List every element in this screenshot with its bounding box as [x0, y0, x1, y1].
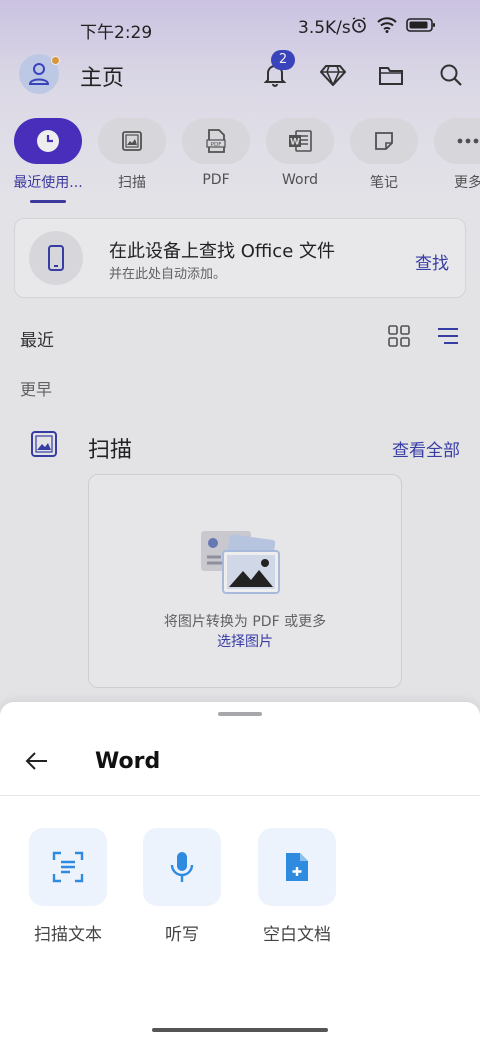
list-view-icon[interactable] [436, 324, 460, 348]
recent-heading: 最近 [20, 331, 54, 351]
status-time: 下午2:29 [80, 23, 153, 43]
blank-document-option[interactable]: 空白文档 [242, 828, 352, 945]
chip-label: 笔记 [370, 175, 398, 191]
chip-pdf-bg: PDF [182, 118, 250, 164]
scan-section-title: 扫描 [88, 438, 133, 463]
battery-icon [406, 18, 435, 32]
dictation-tile [143, 828, 221, 906]
option-label: 空白文档 [263, 925, 331, 945]
chip-label: Word [282, 172, 318, 188]
phone-icon [48, 245, 64, 271]
find-card-title: 在此设备上查找 Office 文件 [109, 241, 335, 262]
chip-recent-bg [14, 118, 82, 164]
option-label: 听写 [165, 925, 199, 945]
chip-more-bg [434, 118, 480, 164]
find-office-files-card[interactable]: 在此设备上查找 Office 文件 并在此处自动添加。 查找 [14, 218, 466, 298]
chip-label: 更多 [454, 175, 480, 191]
search-icon [440, 64, 462, 86]
system-home-indicator[interactable] [152, 1028, 328, 1032]
avatar[interactable] [19, 54, 60, 94]
option-label: 扫描文本 [34, 925, 102, 945]
avatar-status-dot [51, 56, 60, 65]
photos-illustration-icon [201, 531, 280, 594]
status-bar: 下午2:29 3.5K/s [0, 0, 480, 56]
chip-word[interactable]: W Word [263, 118, 337, 188]
word-icon: W [289, 130, 312, 152]
app-header: 主页 2 [0, 50, 480, 102]
chip-scan[interactable]: 扫描 [95, 118, 169, 192]
wifi-icon [377, 17, 397, 33]
chip-more[interactable]: 更多 [431, 118, 480, 192]
network-speed: 3.5K/s [298, 18, 351, 38]
search-button[interactable] [436, 60, 466, 90]
premium-diamond-icon [320, 65, 346, 86]
pdf-icon: PDF [206, 129, 226, 153]
blank-document-icon [286, 853, 308, 881]
sheet-drag-handle[interactable] [218, 712, 262, 716]
grid-view-icon[interactable] [387, 324, 411, 348]
folder-icon [379, 67, 403, 85]
chip-label: 扫描 [118, 175, 146, 191]
avatar-icon [28, 63, 50, 85]
page-title: 主页 [80, 66, 125, 91]
notification-badge: 2 [271, 50, 295, 70]
scan-text-tile [29, 828, 107, 906]
scan-section-image-icon [31, 431, 57, 457]
chip-notes-bg [350, 118, 418, 164]
sheet-title: Word [95, 749, 161, 774]
dictation-option[interactable]: 听写 [127, 828, 237, 945]
blank-document-tile [258, 828, 336, 906]
home-screen: 下午2:29 3.5K/s 主页 2 最近使用... 扫描 PDF PDF W … [0, 0, 480, 1040]
svg-text:W: W [290, 138, 300, 148]
more-icon [457, 138, 479, 144]
chip-pdf[interactable]: PDF PDF [179, 118, 253, 188]
back-button[interactable] [20, 744, 54, 778]
svg-text:PDF: PDF [211, 142, 222, 148]
alarm-icon [352, 17, 366, 33]
chip-scan-bg [98, 118, 166, 164]
category-chips: 最近使用... 扫描 PDF PDF W Word 笔记 更多 [0, 118, 480, 208]
chip-word-bg: W [266, 118, 334, 164]
phone-icon-circle [29, 231, 83, 285]
chip-recent[interactable]: 最近使用... [11, 118, 85, 192]
chip-label: PDF [202, 172, 230, 188]
microphone-icon [170, 852, 194, 882]
earlier-heading: 更早 [20, 380, 53, 399]
image-icon [122, 131, 142, 151]
arrow-left-icon [25, 752, 47, 770]
scan-text-option[interactable]: 扫描文本 [13, 828, 123, 945]
find-card-subtitle: 并在此处自动添加。 [109, 267, 227, 282]
status-icons [350, 16, 436, 34]
see-all-link[interactable]: 查看全部 [392, 436, 460, 461]
scan-text-icon [52, 851, 84, 883]
word-bottom-sheet: Word 扫描文本 听写 空白文档 [0, 702, 480, 1040]
note-icon [375, 132, 393, 150]
find-button[interactable]: 查找 [415, 249, 449, 274]
active-chip-indicator [30, 200, 66, 203]
chip-label: 最近使用... [13, 175, 83, 191]
chip-notes[interactable]: 笔记 [347, 118, 421, 192]
scan-caption: 将图片转换为 PDF 或更多 [163, 614, 327, 630]
premium-button[interactable] [318, 60, 348, 90]
sheet-divider [0, 795, 480, 796]
pick-image-link[interactable]: 选择图片 [89, 631, 401, 651]
files-button[interactable] [376, 60, 406, 90]
clock-icon [37, 130, 59, 152]
scan-empty-state: 将图片转换为 PDF 或更多 选择图片 [88, 474, 402, 688]
